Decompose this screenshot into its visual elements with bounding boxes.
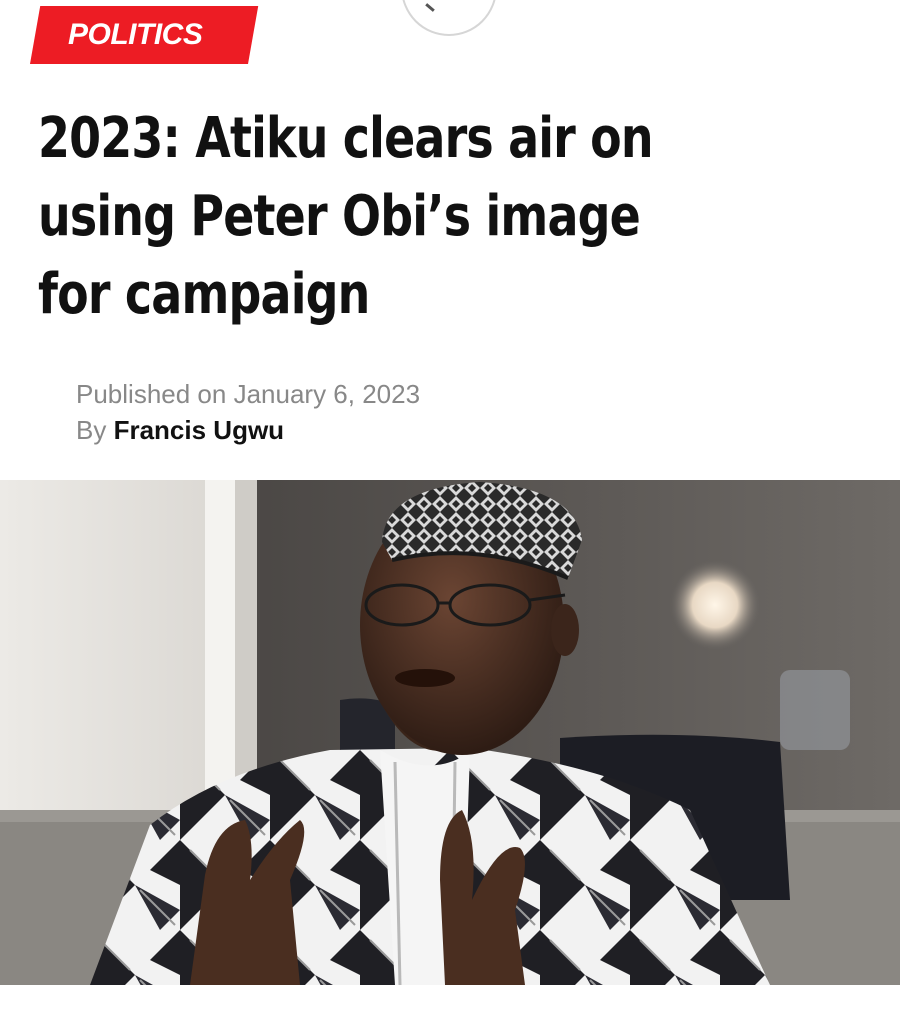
author-name[interactable]: Francis Ugwu: [114, 415, 284, 445]
article-headline: 2023: Atiku clears air on using Peter Ob…: [38, 106, 654, 327]
by-prefix: By: [76, 415, 107, 445]
published-prefix: Published on: [76, 379, 227, 409]
byline: By Francis Ugwu: [76, 412, 420, 448]
featured-photo-illustration: [0, 480, 900, 985]
article-featured-photo: [0, 480, 900, 985]
category-label: POLITICS: [68, 18, 203, 51]
published-line: Published on January 6, 2023: [76, 376, 420, 412]
article-meta: Published on January 6, 2023 By Francis …: [76, 376, 420, 448]
category-tag[interactable]: POLITICS: [30, 6, 259, 64]
published-date: January 6, 2023: [233, 379, 421, 409]
partial-circle-button-icon: [425, 3, 435, 12]
top-circle-button[interactable]: [401, 0, 497, 36]
